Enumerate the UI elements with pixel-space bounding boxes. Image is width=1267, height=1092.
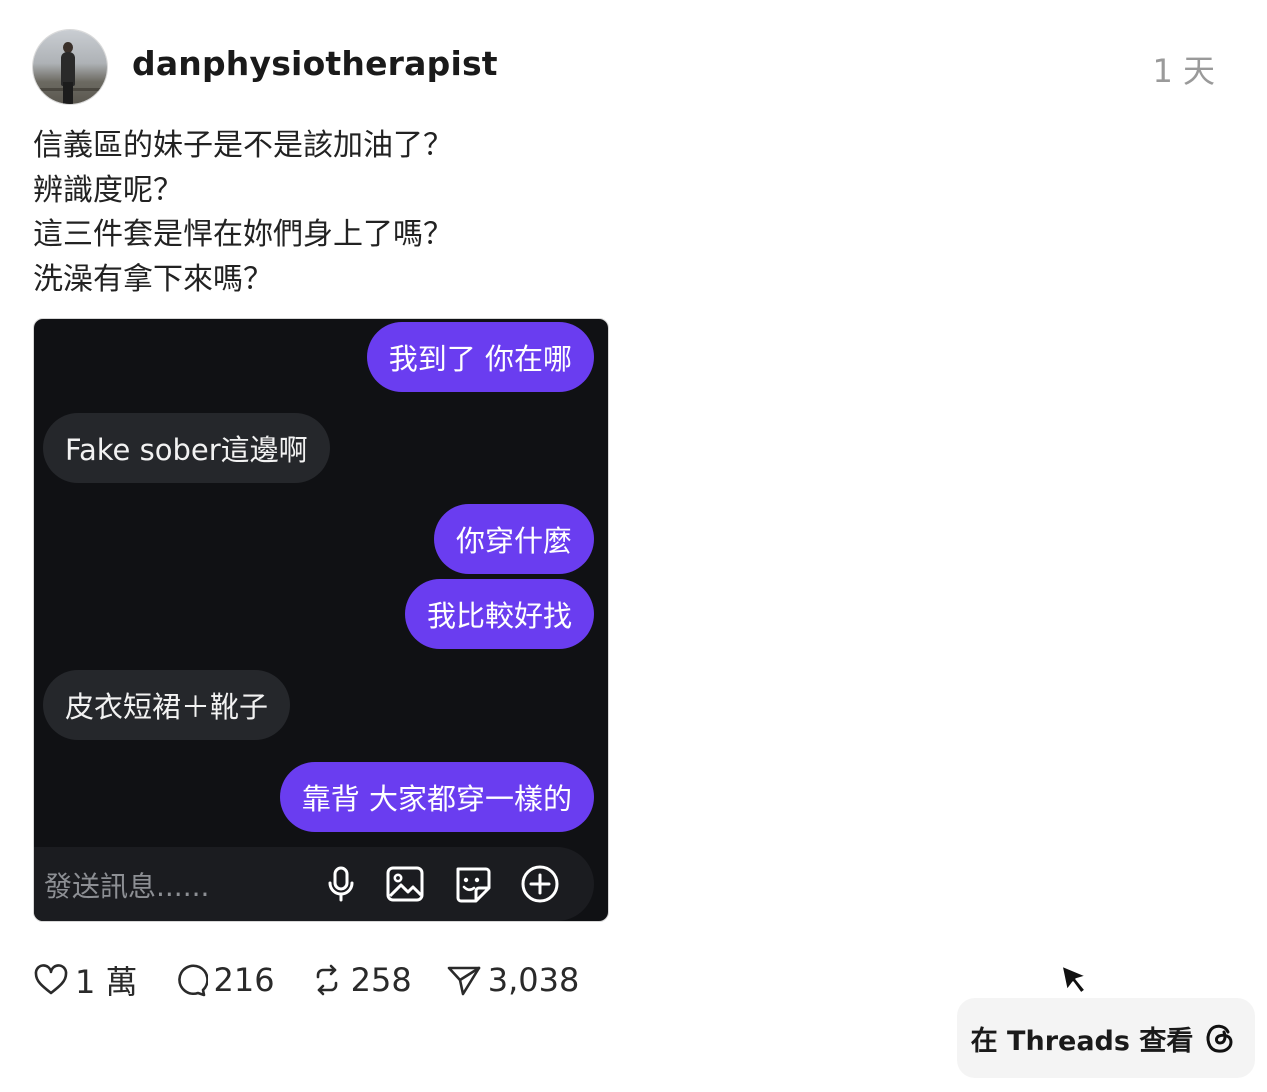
open-in-threads-label: 在 Threads 查看 <box>970 1025 1194 1057</box>
share-count: 3,038 <box>487 961 580 999</box>
comment-button[interactable]: 216 <box>172 961 275 999</box>
mouse-cursor-icon <box>1061 965 1087 994</box>
incoming-message-bubble: 皮衣短裙＋靴子 <box>43 670 291 740</box>
outgoing-message-bubble: 我比較好找 <box>404 579 594 649</box>
plus-circle-icon <box>521 865 559 903</box>
image-icon <box>386 866 424 902</box>
chat-screenshot-image[interactable]: 我到了 你在哪 Fake sober這邊啊 你穿什麼 我比較好找 皮衣短裙＋靴子… <box>33 318 609 922</box>
post-timestamp: 1 天 <box>1152 52 1215 90</box>
comment-icon <box>177 964 208 997</box>
post-text-line: 辨識度呢？ <box>33 172 183 208</box>
post-text-line: 這三件套是悍在妳們身上了嗎？ <box>33 217 453 252</box>
sticker-icon <box>456 867 491 903</box>
incoming-message-bubble: Fake sober這邊啊 <box>43 413 330 483</box>
comment-count: 216 <box>213 961 275 999</box>
outgoing-message-bubble: 我到了 你在哪 <box>366 322 594 392</box>
microphone-icon <box>328 866 354 902</box>
composer-placeholder: 發送訊息...... <box>44 870 210 903</box>
outgoing-message-bubble: 你穿什麼 <box>433 504 594 574</box>
heart-icon <box>34 964 68 995</box>
send-icon <box>447 966 481 996</box>
repost-button[interactable]: 258 <box>309 961 412 999</box>
like-count: 1 萬 <box>75 963 138 1001</box>
share-button[interactable]: 3,038 <box>446 961 580 999</box>
repost-icon <box>316 964 337 996</box>
message-composer: 發送訊息...... <box>34 847 594 921</box>
post-text: 信義區的妹子是不是該加油了？ 辨識度呢？ 這三件套是悍在妳們身上了嗎？ 洗澡有拿… <box>33 124 453 302</box>
open-in-threads-button[interactable]: 在 Threads 查看 <box>957 998 1255 1078</box>
outgoing-message-bubble: 靠背 大家都穿一樣的 <box>279 762 594 832</box>
avatar[interactable] <box>33 30 107 104</box>
post-text-line: 信義區的妹子是不是該加油了？ <box>33 128 453 163</box>
repost-count: 258 <box>350 961 412 999</box>
username[interactable]: danphysiotherapist <box>132 44 498 83</box>
like-button[interactable]: 1 萬 <box>33 957 138 1003</box>
post-action-bar: 1 萬 216 258 3,038 <box>33 958 613 1002</box>
threads-logo-icon <box>1206 1024 1233 1053</box>
post-text-line: 洗澡有拿下來嗎？ <box>33 261 273 297</box>
